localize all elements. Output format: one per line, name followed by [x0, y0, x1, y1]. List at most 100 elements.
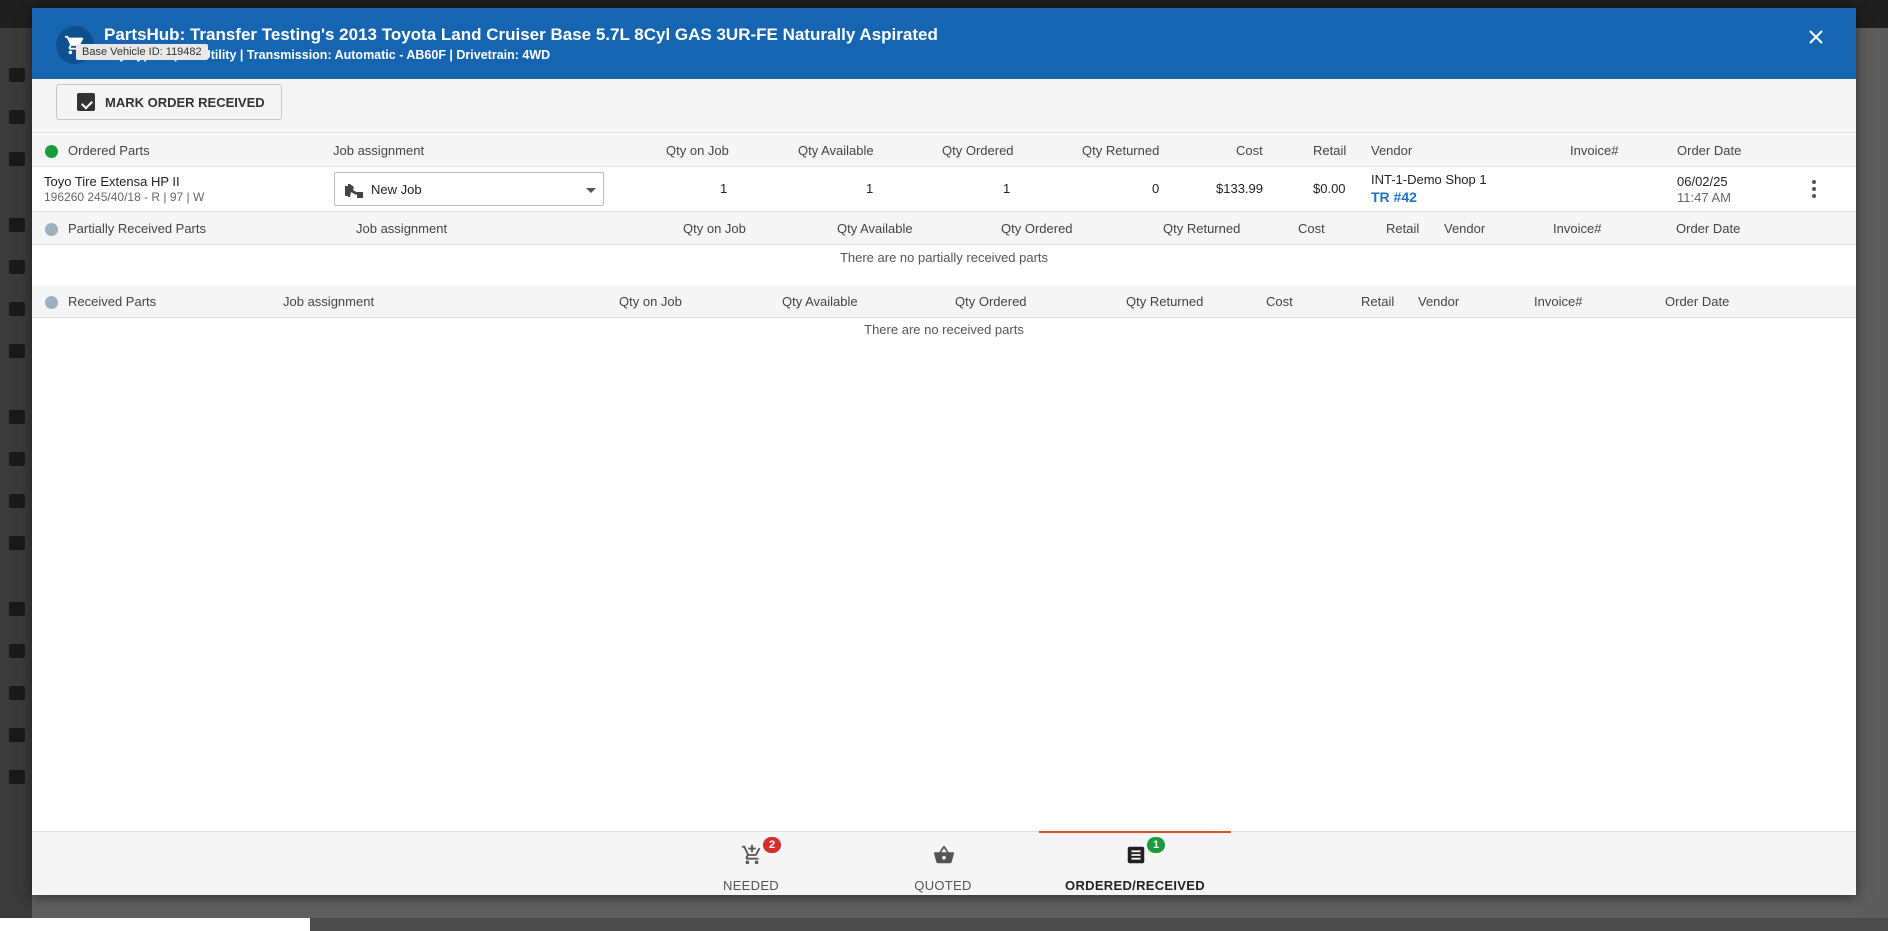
app-right-panel [1856, 28, 1888, 931]
needed-badge: 2 [763, 837, 781, 853]
col-order-date: Order Date [1677, 143, 1742, 158]
vehicle-id-tooltip: Base Vehicle ID: 119482 [76, 44, 208, 60]
col-qty-on-job: Qty on Job [683, 221, 746, 236]
chart-icon [9, 344, 25, 358]
tab-ordered-received-label: ORDERED/RECEIVED [1065, 878, 1205, 893]
job-assignment-value: New Job [371, 182, 422, 197]
modal-header: PartsHub: Transfer Testing's 2013 Toyota… [32, 8, 1856, 79]
col-cost: Cost [1266, 294, 1293, 309]
app-bottom-bar [310, 918, 1888, 931]
partially-received-header: Partially Received Parts Job assignment … [32, 212, 1856, 245]
mark-order-received-button[interactable]: MARK ORDER RECEIVED [56, 84, 282, 120]
archive-check-icon [77, 93, 95, 111]
modal-toolbar: MARK ORDER RECEIVED [32, 79, 1856, 133]
edit-icon [9, 536, 25, 550]
col-qty-ordered: Qty Ordered [942, 143, 1014, 158]
order-date-value: 06/02/25 [1677, 174, 1728, 189]
wrench-icon [345, 184, 363, 198]
col-retail: Retail [1386, 221, 1420, 236]
qty-ordered-value: 1 [1003, 181, 1011, 196]
received-parts-empty: There are no received parts [864, 322, 1024, 337]
status-dot-green [45, 145, 58, 158]
col-qty-ordered: Qty Ordered [1001, 221, 1073, 236]
tab-needed-label: NEEDED [723, 878, 779, 893]
col-qty-ordered: Qty Ordered [955, 294, 1027, 309]
job-assignment-select[interactable]: New Job [334, 172, 604, 206]
footer-tabs: 2 NEEDED QUOTED 1 ORDERED/RECEIVED [32, 831, 1856, 895]
folder-icon [9, 602, 25, 616]
col-qty-available: Qty Available [798, 143, 874, 158]
calendar-edit-icon [9, 728, 25, 742]
cost-value: $133.99 [1216, 181, 1263, 196]
tab-ordered-received[interactable]: 1 ORDERED/RECEIVED [1039, 831, 1231, 896]
building-icon [9, 260, 25, 274]
col-invoice: Invoice# [1553, 221, 1602, 236]
mark-order-received-label: MARK ORDER RECEIVED [105, 94, 265, 110]
received-parts-header: Received Parts Job assignment Qty on Job… [32, 285, 1856, 318]
col-job-assignment: Job assignment [356, 221, 448, 236]
col-job-assignment: Job assignment [333, 143, 425, 158]
cart-plus-icon [741, 844, 761, 865]
col-invoice: Invoice# [1570, 143, 1619, 158]
col-qty-available: Qty Available [782, 294, 858, 309]
partshub-modal: PartsHub: Transfer Testing's 2013 Toyota… [32, 8, 1856, 895]
transfer-link[interactable]: TR #42 [1371, 189, 1417, 205]
row-menu-button[interactable] [1810, 180, 1818, 200]
qty-returned-value: 0 [1152, 181, 1160, 196]
receipt-icon [1127, 846, 1145, 864]
app-sidebar [0, 28, 32, 931]
col-retail: Retail [1313, 143, 1347, 158]
store-icon [9, 452, 25, 466]
money-icon [9, 686, 25, 700]
col-qty-on-job: Qty on Job [619, 294, 682, 309]
dashboard-icon [9, 68, 25, 82]
col-cost: Cost [1298, 221, 1325, 236]
car-icon [9, 110, 25, 124]
part-name: Toyo Tire Extensa HP II [44, 174, 180, 189]
ordered-parts-title: Ordered Parts [68, 143, 150, 158]
star-icon [9, 494, 25, 508]
qty-on-job-value: 1 [720, 181, 728, 196]
people-icon [9, 410, 25, 424]
close-button[interactable] [1804, 25, 1828, 49]
table-row: Toyo Tire Extensa HP II 196260 245/40/18… [32, 168, 1856, 212]
retail-value: $0.00 [1313, 181, 1346, 196]
col-order-date: Order Date [1665, 294, 1730, 309]
qty-available-value: 1 [866, 181, 874, 196]
col-vendor: Vendor [1444, 221, 1486, 236]
col-qty-returned: Qty Returned [1163, 221, 1241, 236]
col-vendor: Vendor [1418, 294, 1460, 309]
calendar-icon [9, 218, 25, 232]
partially-received-empty: There are no partially received parts [839, 250, 1049, 265]
gauge-icon [9, 152, 25, 166]
tab-quoted[interactable]: QUOTED [847, 832, 1039, 896]
part-description: 196260 245/40/18 - R | 97 | W [44, 190, 205, 204]
order-time-value: 11:47 AM [1677, 190, 1731, 205]
status-dot-grey [45, 296, 58, 309]
col-vendor: Vendor [1371, 143, 1413, 158]
chevron-down-icon [586, 188, 596, 193]
ordered-parts-header: Ordered Parts Job assignment Qty on Job … [32, 134, 1856, 167]
status-dot-grey [45, 223, 58, 236]
app-bottom-strip [0, 918, 310, 931]
col-retail: Retail [1361, 294, 1395, 309]
partially-received-title: Partially Received Parts [68, 221, 206, 236]
col-invoice: Invoice# [1534, 294, 1583, 309]
col-qty-on-job: Qty on Job [666, 143, 729, 158]
received-parts-title: Received Parts [68, 294, 157, 309]
col-order-date: Order Date [1676, 221, 1741, 236]
col-cost: Cost [1236, 143, 1263, 158]
tab-needed[interactable]: 2 NEEDED [655, 832, 847, 896]
col-job-assignment: Job assignment [283, 294, 375, 309]
gear-icon [9, 644, 25, 658]
tab-quoted-label: QUOTED [914, 878, 972, 893]
col-qty-returned: Qty Returned [1126, 294, 1204, 309]
ordered-badge: 1 [1147, 837, 1165, 853]
list-icon [9, 302, 25, 316]
col-qty-available: Qty Available [837, 221, 913, 236]
basket-icon [933, 845, 955, 864]
col-qty-returned: Qty Returned [1082, 143, 1160, 158]
modal-title: PartsHub: Transfer Testing's 2013 Toyota… [104, 25, 938, 44]
close-icon [1809, 30, 1823, 44]
vendor-value: INT-1-Demo Shop 1 [1371, 172, 1487, 187]
